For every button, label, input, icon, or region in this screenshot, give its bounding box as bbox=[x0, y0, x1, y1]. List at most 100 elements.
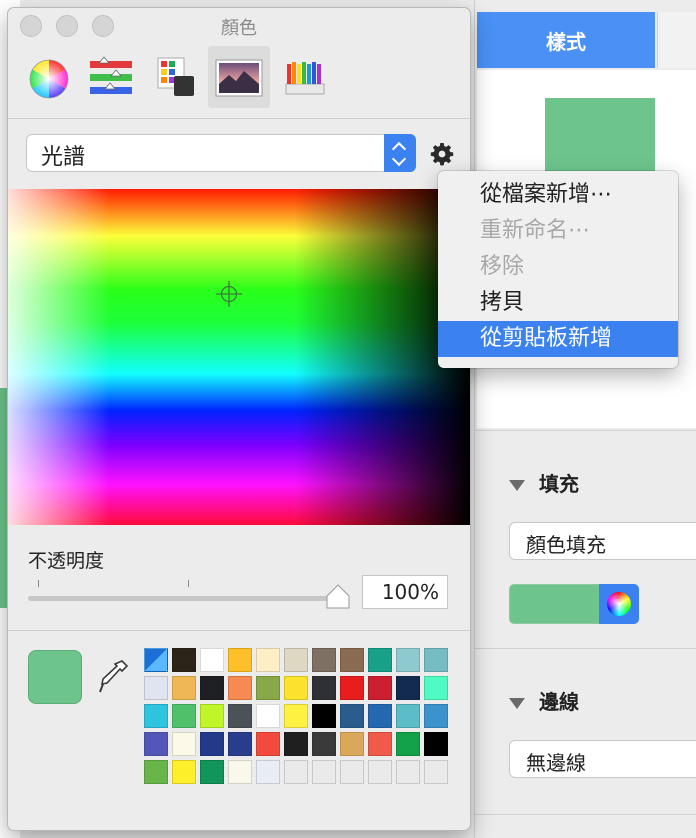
tab-next[interactable] bbox=[657, 12, 696, 68]
color-swatch[interactable] bbox=[312, 732, 336, 756]
color-swatch[interactable] bbox=[228, 676, 252, 700]
color-swatch[interactable] bbox=[340, 760, 364, 784]
color-swatch[interactable] bbox=[200, 676, 224, 700]
color-swatch[interactable] bbox=[312, 760, 336, 784]
color-swatch[interactable] bbox=[144, 760, 168, 784]
opacity-field[interactable]: 100% bbox=[362, 575, 448, 609]
color-swatch[interactable] bbox=[368, 732, 392, 756]
color-swatch[interactable] bbox=[256, 704, 280, 728]
disclosure-triangle-icon bbox=[509, 698, 525, 709]
color-sliders-mode[interactable] bbox=[80, 46, 142, 108]
divider bbox=[8, 630, 470, 631]
color-swatch[interactable] bbox=[228, 760, 252, 784]
color-swatch[interactable] bbox=[172, 648, 196, 672]
color-swatch[interactable] bbox=[368, 648, 392, 672]
color-swatch[interactable] bbox=[340, 648, 364, 672]
window-title: 顏色 bbox=[221, 18, 257, 39]
fill-color-well[interactable] bbox=[509, 584, 601, 624]
color-palettes-mode[interactable] bbox=[146, 46, 208, 108]
current-color-well[interactable] bbox=[28, 650, 82, 704]
color-swatch[interactable] bbox=[424, 760, 448, 784]
color-wheel-mode[interactable] bbox=[18, 46, 80, 108]
sliders-icon bbox=[90, 56, 132, 94]
opacity-label: 不透明度 bbox=[28, 550, 105, 572]
color-swatch[interactable] bbox=[144, 732, 168, 756]
color-swatch[interactable] bbox=[312, 704, 336, 728]
opacity-slider[interactable] bbox=[28, 596, 338, 601]
color-swatch[interactable] bbox=[256, 648, 280, 672]
crosshair-icon bbox=[216, 281, 242, 307]
color-swatch[interactable] bbox=[228, 648, 252, 672]
color-swatch[interactable] bbox=[144, 704, 168, 728]
menu-item[interactable]: 拷貝 bbox=[438, 285, 678, 321]
color-swatch[interactable] bbox=[396, 732, 420, 756]
color-swatch[interactable] bbox=[172, 760, 196, 784]
divider bbox=[475, 648, 696, 649]
image-palettes-mode[interactable] bbox=[208, 46, 270, 108]
color-swatch[interactable] bbox=[172, 732, 196, 756]
fill-type-select[interactable]: 顏色填充 bbox=[509, 522, 696, 560]
divider bbox=[475, 814, 696, 815]
menu-item[interactable]: 從檔案新增⋯ bbox=[438, 177, 678, 213]
color-swatch[interactable] bbox=[424, 732, 448, 756]
color-swatch[interactable] bbox=[340, 704, 364, 728]
color-swatch[interactable] bbox=[200, 704, 224, 728]
color-swatch[interactable] bbox=[172, 704, 196, 728]
border-section-header[interactable]: 邊線 bbox=[509, 686, 579, 715]
color-swatch[interactable] bbox=[200, 760, 224, 784]
pencils-icon bbox=[285, 62, 325, 95]
color-swatch[interactable] bbox=[200, 648, 224, 672]
eyedropper-icon[interactable] bbox=[96, 658, 130, 698]
slider-tick bbox=[38, 580, 39, 587]
color-swatch[interactable] bbox=[396, 676, 420, 700]
palette-select-value: 光譜 bbox=[41, 145, 86, 170]
color-swatch[interactable] bbox=[284, 704, 308, 728]
border-type-select[interactable]: 無邊線 bbox=[509, 740, 696, 778]
toolbar-divider bbox=[8, 118, 470, 119]
menu-item[interactable]: 從剪貼板新增 bbox=[438, 321, 678, 357]
disclosure-triangle-icon bbox=[509, 480, 525, 491]
color-swatch[interactable] bbox=[368, 676, 392, 700]
color-swatch[interactable] bbox=[368, 704, 392, 728]
slider-tick bbox=[188, 580, 189, 587]
color-swatch[interactable] bbox=[256, 676, 280, 700]
palettes-icon bbox=[157, 57, 194, 96]
color-wheel-button[interactable] bbox=[599, 584, 639, 624]
color-swatch[interactable] bbox=[312, 648, 336, 672]
color-swatch[interactable] bbox=[144, 648, 168, 672]
pencils-mode[interactable] bbox=[274, 46, 336, 108]
color-swatch[interactable] bbox=[424, 648, 448, 672]
color-swatch[interactable] bbox=[396, 760, 420, 784]
opacity-slider-knob[interactable] bbox=[326, 584, 350, 610]
color-swatch[interactable] bbox=[284, 760, 308, 784]
color-swatch[interactable] bbox=[284, 732, 308, 756]
gear-icon[interactable] bbox=[430, 142, 454, 166]
fill-section-header[interactable]: 填充 bbox=[509, 468, 579, 497]
color-swatch[interactable] bbox=[312, 676, 336, 700]
color-swatch[interactable] bbox=[396, 704, 420, 728]
tab-style[interactable]: 樣式 bbox=[477, 12, 655, 68]
color-swatch[interactable] bbox=[172, 676, 196, 700]
color-swatch[interactable] bbox=[200, 732, 224, 756]
color-swatch[interactable] bbox=[228, 704, 252, 728]
color-swatch[interactable] bbox=[256, 732, 280, 756]
color-swatch[interactable] bbox=[256, 760, 280, 784]
spectrum-image[interactable] bbox=[8, 189, 470, 525]
color-wheel-icon bbox=[29, 59, 69, 99]
color-swatch[interactable] bbox=[396, 648, 420, 672]
color-swatch[interactable] bbox=[144, 676, 168, 700]
color-swatch[interactable] bbox=[424, 704, 448, 728]
color-swatch[interactable] bbox=[284, 676, 308, 700]
color-wheel-icon bbox=[607, 592, 631, 616]
menu-item: 移除 bbox=[480, 254, 525, 279]
color-swatch[interactable] bbox=[424, 676, 448, 700]
color-swatch[interactable] bbox=[228, 732, 252, 756]
color-swatch-grid bbox=[144, 648, 448, 784]
color-swatch[interactable] bbox=[340, 732, 364, 756]
color-swatch[interactable] bbox=[284, 648, 308, 672]
palette-select[interactable]: 光譜 bbox=[26, 134, 416, 172]
color-swatch[interactable] bbox=[340, 676, 364, 700]
style-preset-thumbnail[interactable] bbox=[545, 98, 655, 178]
color-swatch[interactable] bbox=[368, 760, 392, 784]
format-inspector: 樣式 填充 顏色填充 邊線 無邊線 bbox=[474, 0, 696, 838]
